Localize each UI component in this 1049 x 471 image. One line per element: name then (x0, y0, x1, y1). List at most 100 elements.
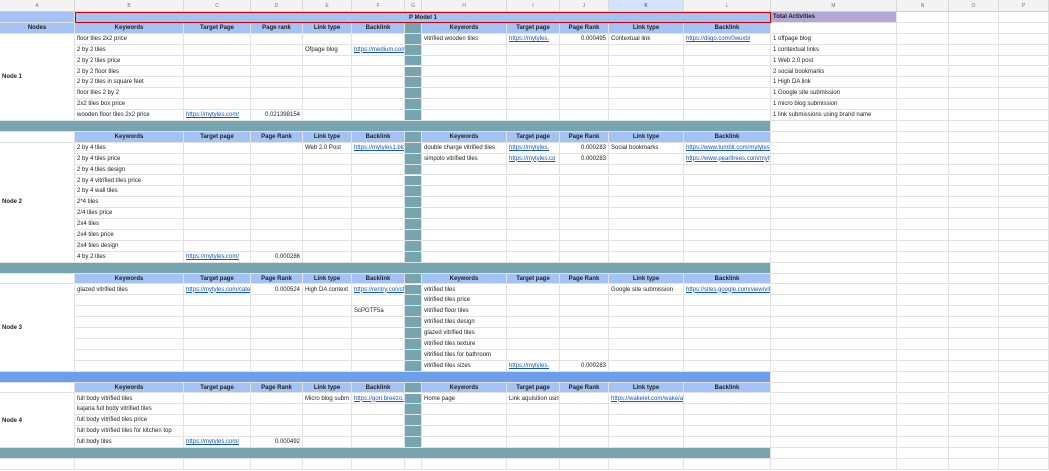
empty-cell[interactable] (422, 251, 507, 263)
empty-cell[interactable] (560, 230, 609, 241)
empty-cell[interactable] (771, 437, 897, 448)
empty-cell[interactable] (560, 349, 609, 361)
header-c[interactable]: Target page (184, 131, 251, 143)
empty-cell[interactable] (184, 404, 251, 416)
header-h[interactable]: Keywords (422, 273, 507, 285)
empty-cell[interactable] (609, 415, 684, 427)
cell-d[interactable]: 0.000492 (251, 437, 303, 448)
empty-cell[interactable] (897, 240, 949, 252)
empty-cell[interactable] (303, 251, 352, 263)
empty-cell[interactable] (184, 77, 251, 89)
empty-cell[interactable] (949, 197, 999, 209)
header-d[interactable]: Page Rank (251, 273, 303, 285)
header-f[interactable]: Backlink (352, 273, 405, 285)
empty-cell[interactable] (251, 219, 303, 230)
empty-cell[interactable] (771, 273, 897, 285)
empty-cell[interactable] (999, 44, 1049, 56)
empty-cell[interactable] (507, 251, 560, 263)
empty-cell[interactable] (352, 437, 405, 448)
empty-cell[interactable] (560, 251, 609, 263)
total-activity-item[interactable]: 1 Web 2.0 post (771, 55, 897, 67)
empty-cell[interactable] (771, 349, 897, 361)
cell-b[interactable]: full body vitrified tiles price (75, 415, 184, 427)
empty-cell[interactable] (949, 131, 999, 143)
empty-cell[interactable] (897, 208, 949, 220)
empty-cell[interactable] (609, 99, 684, 111)
empty-cell[interactable] (897, 219, 949, 230)
node-label[interactable]: Node 2 (0, 142, 75, 263)
cell-f[interactable]: ScPGTF5a (352, 306, 405, 318)
empty-cell[interactable] (897, 197, 949, 209)
column-header-c[interactable]: C (184, 0, 251, 12)
cell-l[interactable]: https://sites.google.com/view/vitrifiedt… (684, 284, 771, 296)
cell-j[interactable]: 0.000283 (560, 142, 609, 154)
empty-cell[interactable] (897, 458, 949, 470)
empty-cell[interactable] (251, 208, 303, 220)
empty-cell[interactable] (771, 448, 897, 459)
empty-cell[interactable] (184, 360, 251, 372)
empty-cell[interactable] (303, 55, 352, 67)
empty-cell[interactable] (184, 153, 251, 165)
cell-b[interactable]: 2 by 2 tiles price (75, 55, 184, 67)
column-header-d[interactable]: D (251, 0, 303, 12)
empty-cell[interactable] (303, 219, 352, 230)
empty-cell[interactable] (609, 208, 684, 220)
empty-cell[interactable] (184, 208, 251, 220)
empty-cell[interactable] (184, 142, 251, 154)
cell-b[interactable]: 2 by 4 tiles (75, 142, 184, 154)
header-f[interactable]: Backlink (352, 131, 405, 143)
header-c[interactable]: Target page (184, 382, 251, 394)
empty-cell[interactable] (352, 240, 405, 252)
empty-cell[interactable] (251, 240, 303, 252)
empty-cell[interactable] (609, 317, 684, 329)
empty-cell[interactable] (422, 219, 507, 230)
empty-cell[interactable] (352, 208, 405, 220)
cell-b[interactable]: 2*4 tiles (75, 197, 184, 209)
cell-h[interactable]: vitrified wooden tiles (422, 33, 507, 45)
cell-b[interactable]: full body vitrified tiles for kitchen to… (75, 426, 184, 438)
cell-b[interactable]: 2x2 tiles box price (75, 99, 184, 111)
empty-cell[interactable] (897, 393, 949, 405)
empty-cell[interactable] (75, 458, 184, 470)
empty-cell[interactable] (999, 131, 1049, 143)
cell-b[interactable]: 2 by 2 tiles in square feet (75, 77, 184, 89)
empty-cell[interactable] (75, 295, 184, 307)
header-k[interactable]: Link type (609, 382, 684, 394)
empty-cell[interactable] (771, 175, 897, 187)
empty-cell[interactable] (352, 251, 405, 263)
empty-cell[interactable] (949, 273, 999, 285)
empty-cell[interactable] (999, 208, 1049, 220)
empty-cell[interactable] (352, 295, 405, 307)
empty-cell[interactable] (949, 426, 999, 438)
empty-cell[interactable] (352, 99, 405, 111)
empty-cell[interactable] (897, 273, 949, 285)
empty-cell[interactable] (184, 99, 251, 111)
empty-cell[interactable] (897, 437, 949, 448)
cell-b[interactable]: 2 by 4 vitrified tiles price (75, 175, 184, 187)
empty-cell[interactable] (949, 415, 999, 427)
column-header-l[interactable]: L (684, 0, 771, 12)
cell-h[interactable]: vitrified tiles price (422, 295, 507, 307)
empty-cell[interactable] (897, 448, 949, 459)
cell-b[interactable]: 2 by 4 tiles price (75, 153, 184, 165)
empty-cell[interactable] (609, 328, 684, 339)
empty-cell[interactable] (303, 153, 352, 165)
empty-cell[interactable] (560, 219, 609, 230)
empty-cell[interactable] (999, 175, 1049, 187)
empty-cell[interactable] (609, 175, 684, 187)
spreadsheet[interactable]: ABCDEFGHIJKLMNOP P Model 1 Total Activiti… (0, 0, 1049, 471)
header-d[interactable]: Page Rank (251, 382, 303, 394)
cell-j[interactable]: 0.000283 (560, 153, 609, 165)
empty-cell[interactable] (609, 77, 684, 89)
empty-cell[interactable] (251, 393, 303, 405)
empty-cell[interactable] (999, 153, 1049, 165)
empty-cell[interactable] (609, 186, 684, 198)
empty-cell[interactable] (897, 404, 949, 416)
empty-cell[interactable] (949, 186, 999, 198)
empty-cell[interactable] (897, 371, 949, 383)
empty-cell[interactable] (507, 284, 560, 296)
empty-cell[interactable] (684, 251, 771, 263)
empty-cell[interactable] (422, 197, 507, 209)
empty-cell[interactable] (684, 458, 771, 470)
empty-cell[interactable] (75, 306, 184, 318)
